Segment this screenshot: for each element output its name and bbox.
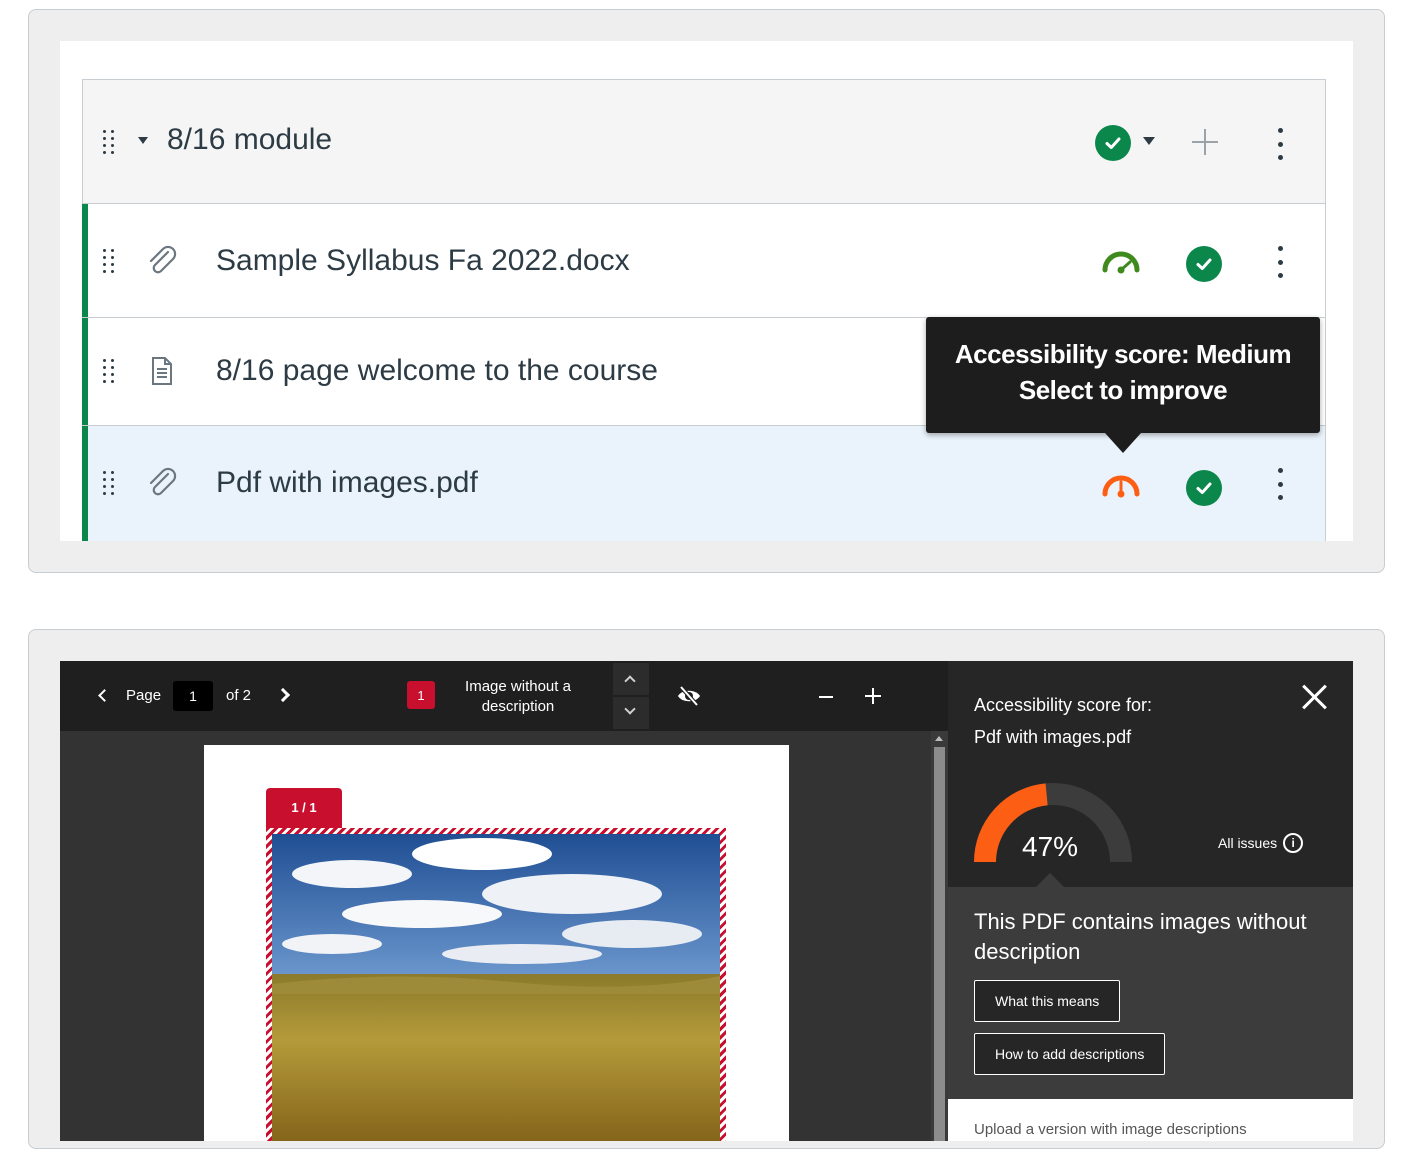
all-issues-link[interactable]: All issues i (1218, 833, 1304, 853)
published-check-icon[interactable] (1186, 470, 1222, 506)
drag-handle-icon[interactable] (103, 246, 119, 276)
viewer-scrollbar[interactable] (931, 731, 948, 1141)
published-check-icon[interactable] (1186, 246, 1222, 282)
previous-issue-button[interactable] (613, 663, 649, 695)
issue-count-badge: 1 (407, 681, 435, 709)
sidebar-title: Accessibility score for: Pdf with images… (974, 689, 1152, 753)
item-title[interactable]: Pdf with images.pdf (216, 466, 478, 500)
close-icon[interactable] (1301, 683, 1329, 711)
flagged-image[interactable] (266, 828, 726, 1141)
item-indicator-bar (82, 204, 88, 317)
module-viewport: 8/16 module Sample Syllabus Fa 2022.docx (60, 41, 1353, 541)
issue-label: Image without a description (465, 678, 571, 715)
item-options-icon[interactable] (1276, 246, 1284, 278)
image-issue-tab[interactable]: 1 / 1 (266, 788, 342, 828)
next-issue-button[interactable] (613, 697, 649, 729)
module-header[interactable]: 8/16 module (83, 80, 1325, 204)
sidebar-file-name: Pdf with images.pdf (974, 727, 1132, 747)
drag-handle-icon[interactable] (103, 468, 119, 498)
add-item-button[interactable] (1188, 125, 1222, 159)
upload-section: Upload a version with image descriptions (948, 1099, 1353, 1141)
upload-text[interactable]: Upload a version with image descriptions (974, 1121, 1247, 1138)
sidebar-title-line-1: Accessibility score for: (974, 695, 1153, 715)
item-title[interactable]: Sample Syllabus Fa 2022.docx (216, 244, 630, 278)
module: 8/16 module Sample Syllabus Fa 2022.docx (82, 79, 1326, 541)
attachment-icon (149, 245, 177, 274)
scroll-thumb[interactable] (934, 747, 945, 1141)
module-panel: 8/16 module Sample Syllabus Fa 2022.docx (28, 9, 1385, 573)
scroll-up-icon[interactable] (935, 736, 943, 741)
previous-page-icon[interactable] (98, 689, 111, 702)
page-number-input[interactable]: 1 (173, 681, 213, 711)
module-title: 8/16 module (167, 123, 333, 156)
drag-handle-icon[interactable] (103, 356, 119, 386)
attachment-icon (149, 467, 177, 496)
issue-message: This PDF contains images without descrip… (974, 909, 1307, 964)
accessibility-medium-icon[interactable] (1100, 470, 1142, 500)
item-title[interactable]: 8/16 page welcome to the course (216, 354, 658, 388)
publish-menu-caret-icon[interactable] (1143, 137, 1155, 145)
issue-card: This PDF contains images without descrip… (948, 873, 1353, 1099)
item-indicator-bar (82, 426, 88, 541)
accessibility-high-icon[interactable] (1100, 246, 1142, 276)
next-page-icon[interactable] (275, 687, 291, 703)
pdf-viewer-panel: Page 1 of 2 1 Image without a descriptio… (28, 629, 1385, 1149)
accessibility-tooltip: Accessibility score: Medium Select to im… (926, 317, 1320, 453)
tooltip-line-1: Accessibility score: Medium (954, 339, 1292, 369)
viewer-toolbar: Page 1 of 2 1 Image without a descriptio… (60, 661, 948, 731)
wheat-field-image (272, 834, 720, 1141)
page-label: Page (126, 687, 162, 704)
drag-handle-icon[interactable] (103, 127, 119, 157)
item-options-icon[interactable] (1276, 468, 1284, 500)
tooltip-line-2: Select to improve (1018, 375, 1228, 405)
module-item[interactable]: Sample Syllabus Fa 2022.docx (82, 204, 1325, 318)
how-to-add-descriptions-button[interactable]: How to add descriptions (974, 1033, 1166, 1075)
published-check-icon[interactable] (1095, 125, 1131, 161)
page-icon (152, 357, 172, 385)
all-issues-label: All issues (1218, 835, 1278, 851)
pdf-page: 1 / 1 (204, 745, 789, 1141)
pdf-viewer: Page 1 of 2 1 Image without a descriptio… (60, 661, 1353, 1141)
zoom-in-button[interactable] (865, 688, 881, 704)
score-percentage: 47% (1022, 831, 1079, 862)
chevron-down-icon (624, 703, 636, 715)
info-icon: i (1283, 833, 1304, 853)
what-this-means-button[interactable]: What this means (974, 980, 1121, 1022)
item-indicator-bar (82, 318, 88, 425)
page-total: of 2 (226, 687, 252, 704)
module-options-icon[interactable] (1276, 128, 1284, 160)
zoom-out-button[interactable] (819, 696, 833, 698)
collapse-caret-icon[interactable] (138, 137, 148, 144)
chevron-up-icon (624, 675, 636, 687)
hide-highlights-icon[interactable] (677, 685, 701, 707)
accessibility-sidebar: Accessibility score for: Pdf with images… (948, 661, 1353, 1141)
